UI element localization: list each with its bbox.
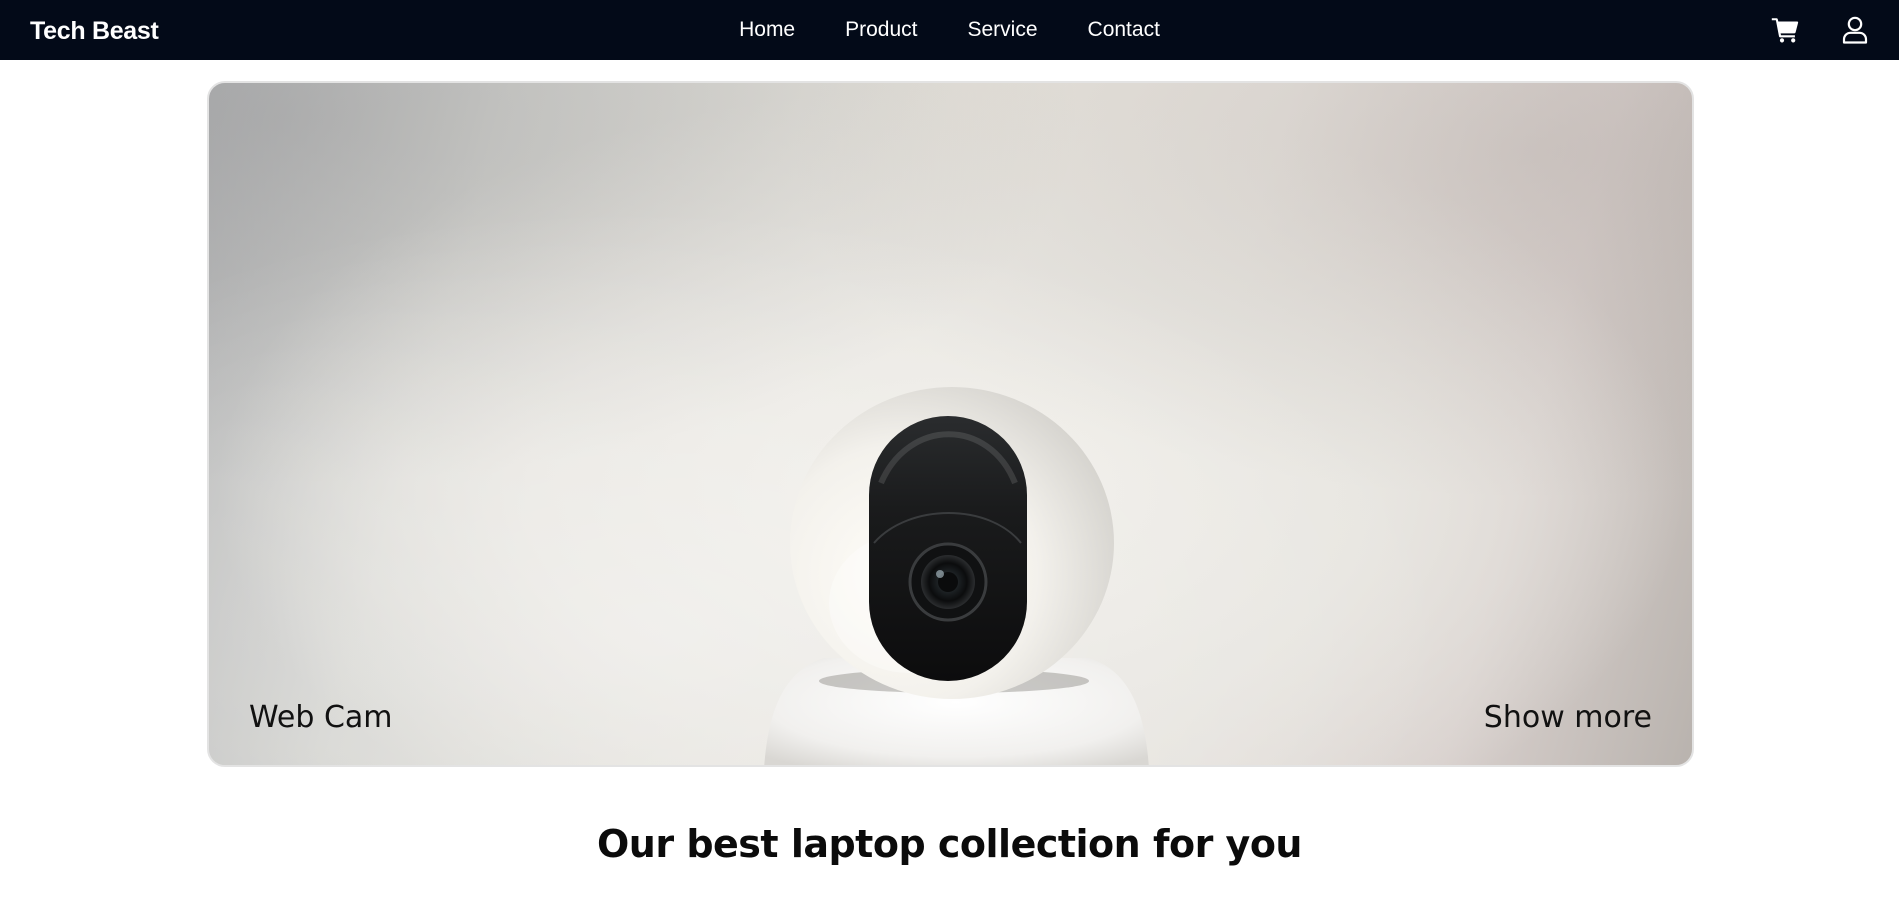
nav-link-service[interactable]: Service <box>943 0 1063 60</box>
top-navbar: Tech Beast Home Product Service Contact <box>0 0 1899 60</box>
main-nav: Home Product Service Contact <box>0 0 1899 60</box>
show-more-link[interactable]: Show more <box>1484 700 1652 735</box>
nav-link-product[interactable]: Product <box>820 0 942 60</box>
nav-icon-group <box>1771 0 1869 60</box>
cart-icon[interactable] <box>1771 16 1799 44</box>
nav-link-home[interactable]: Home <box>714 0 820 60</box>
webcam-product-image <box>764 387 1149 765</box>
brand-logo[interactable]: Tech Beast <box>30 0 159 60</box>
hero-caption-product: Web Cam <box>249 700 393 735</box>
nav-link-contact[interactable]: Contact <box>1063 0 1185 60</box>
hero-banner: Web Cam Show more <box>207 81 1694 767</box>
section-title: Our best laptop collection for you <box>597 822 1302 866</box>
user-icon[interactable] <box>1841 16 1869 44</box>
